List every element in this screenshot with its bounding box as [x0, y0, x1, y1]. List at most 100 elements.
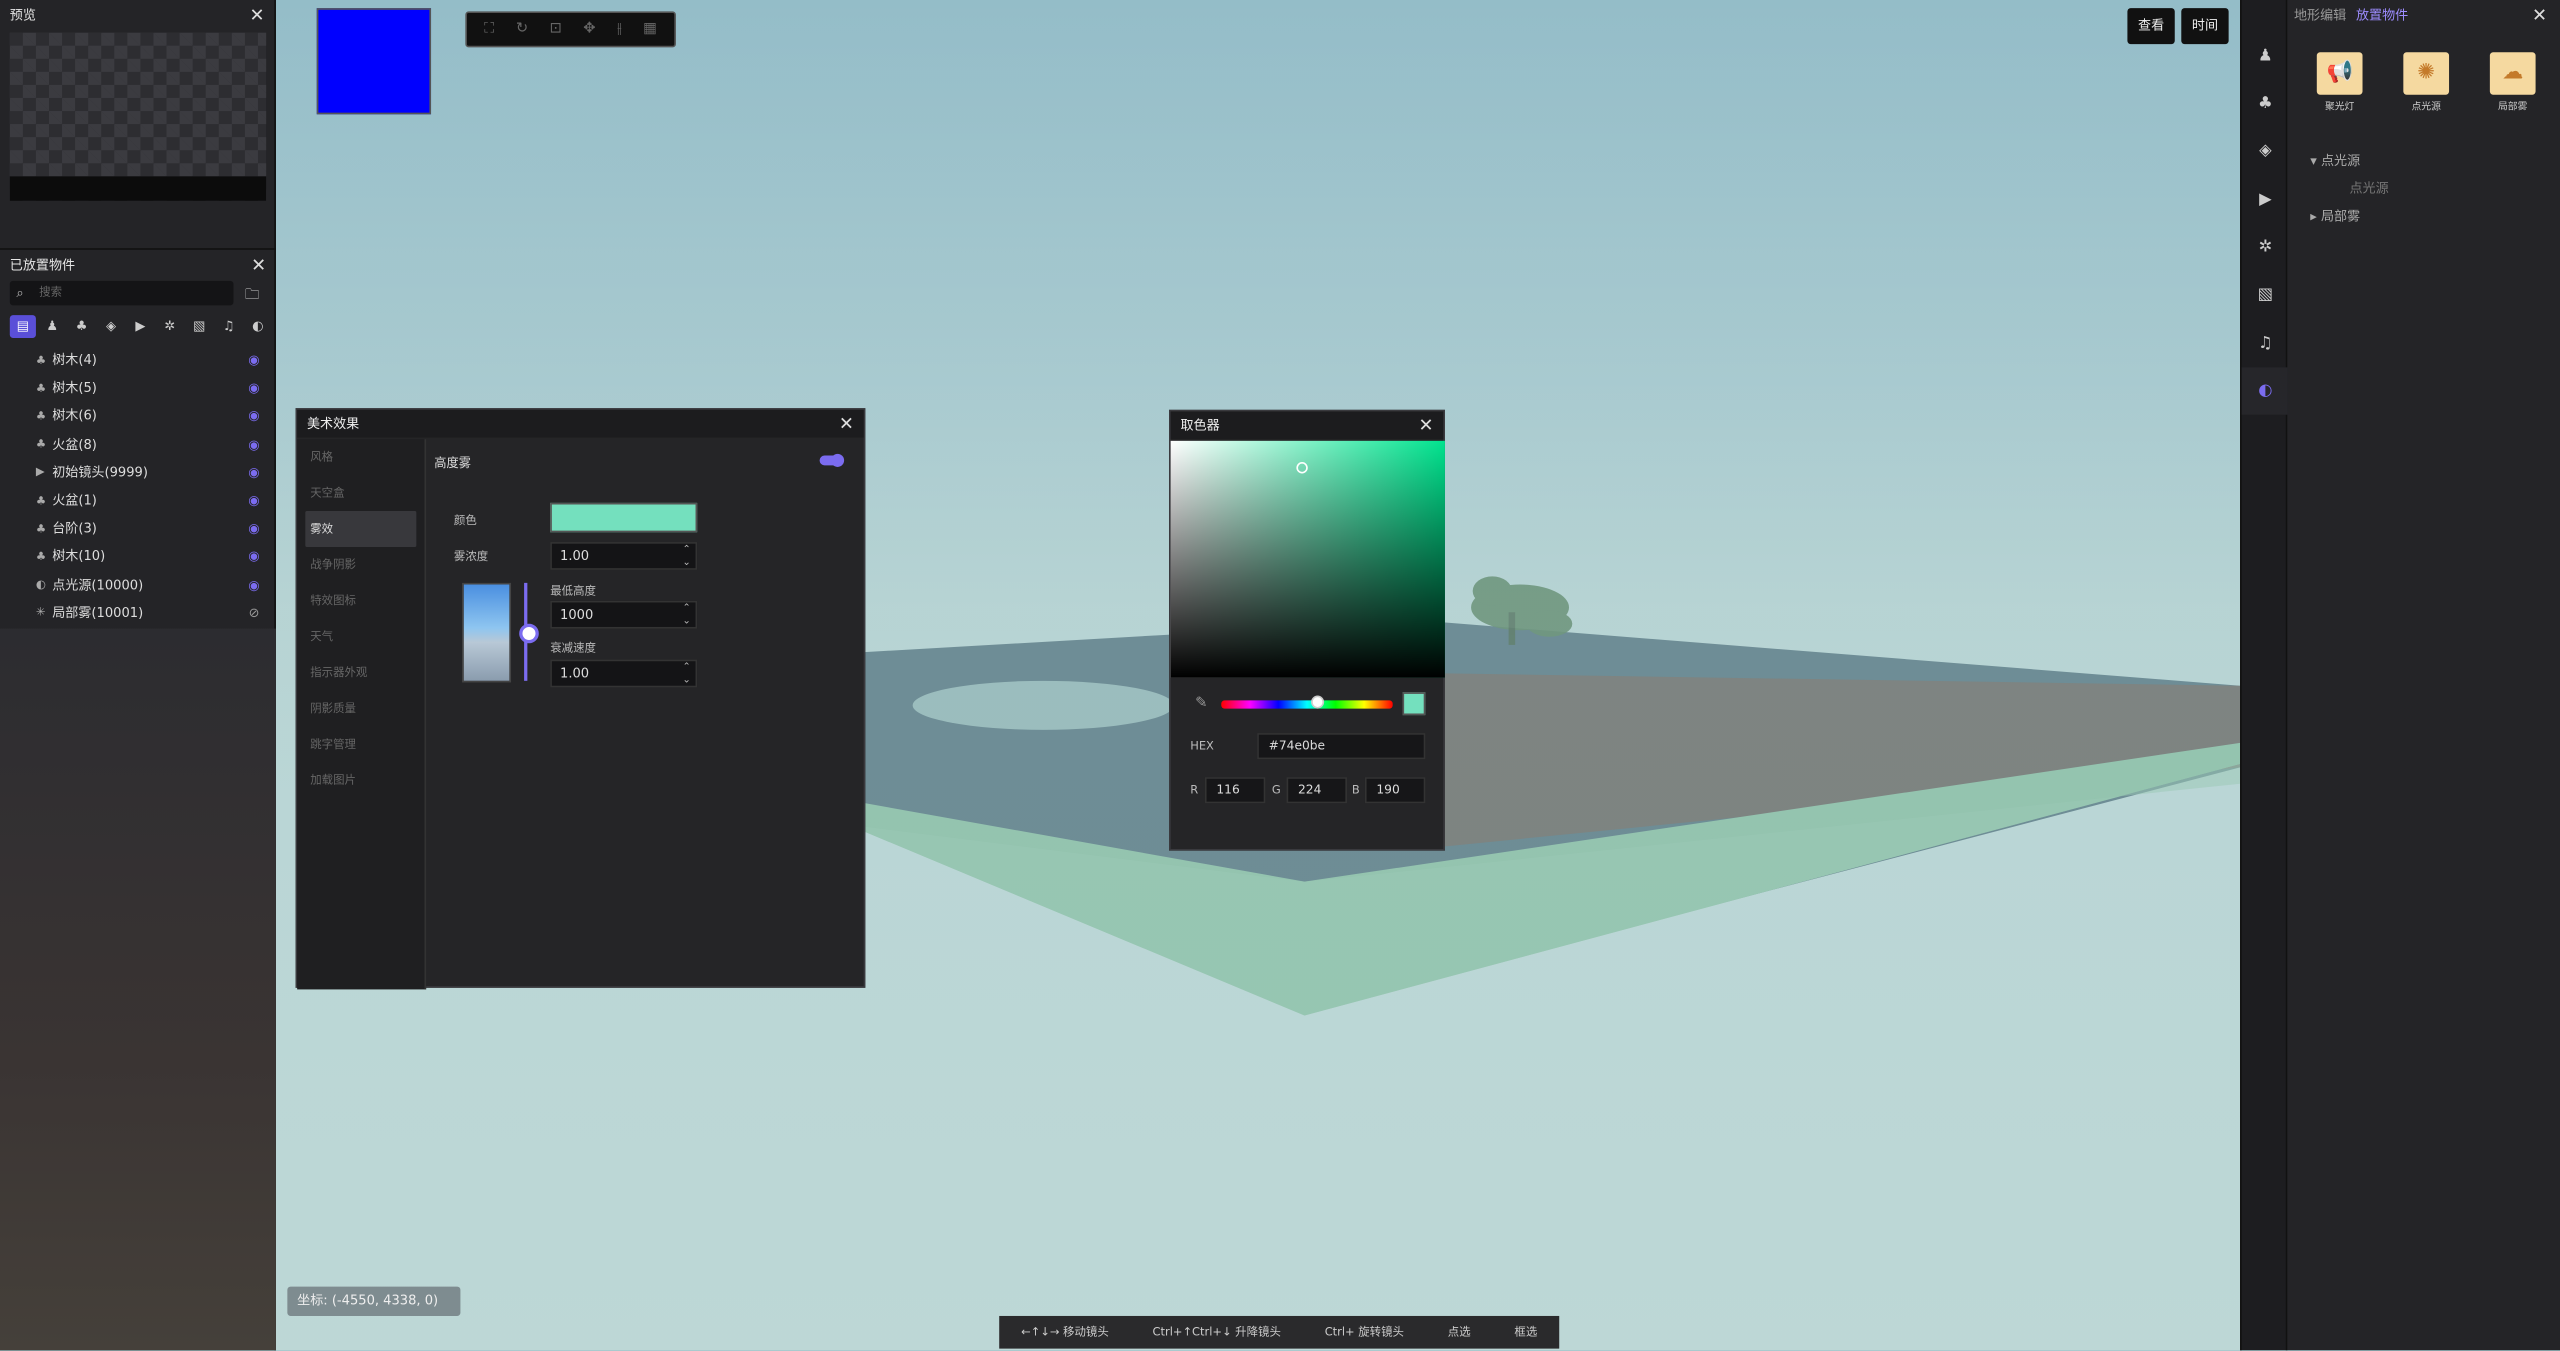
eye-icon[interactable]: ◉ [248, 381, 259, 396]
tree-leaf[interactable]: 点光源 [2310, 175, 2388, 203]
rotate-icon[interactable]: ↻ [516, 21, 528, 37]
nav-item[interactable]: 风格 [297, 439, 424, 475]
saturation-value-area[interactable] [1170, 440, 1445, 678]
align-icon[interactable]: ⫲ [617, 21, 622, 37]
tree-group-point-light[interactable]: ▾ 点光源 [2310, 147, 2388, 175]
list-item[interactable]: ▶ 初始镜头(9999) ◉ [0, 458, 276, 486]
item-label: 局部雾(10001) [52, 605, 144, 621]
card-point-light[interactable]: ✺ 点光源 [2403, 52, 2450, 113]
all-filter-icon[interactable]: ▤ [9, 315, 36, 338]
hue-knob[interactable] [1311, 695, 1325, 709]
color-label: 颜色 [453, 514, 477, 528]
eyedropper-icon[interactable]: ✎ [1195, 696, 1207, 712]
region-icon[interactable]: ▧ [2242, 271, 2289, 318]
fit-icon[interactable]: ⛶ [484, 21, 494, 37]
hex-input[interactable]: #74e0be [1257, 733, 1426, 760]
list-item[interactable]: ♣ 树木(4) ◉ [0, 346, 276, 374]
b-input[interactable]: 190 [1364, 777, 1426, 804]
tree-group-local-fog[interactable]: ▸ 局部雾 [2310, 202, 2388, 230]
card-spotlight[interactable]: 📢 聚光灯 [2316, 52, 2363, 113]
list-item[interactable]: ♣ 树木(5) ◉ [0, 374, 276, 402]
eye-icon[interactable]: ◉ [248, 353, 259, 368]
item-label: 火盆(8) [52, 437, 97, 452]
min-height-stepper[interactable]: 1000 [550, 600, 698, 629]
spotlight-icon: 📢 [2316, 52, 2363, 95]
sv-cursor[interactable] [1296, 462, 1308, 474]
object-cards: 📢 聚光灯 ✺ 点光源 ☁ 局部雾 [2316, 52, 2536, 113]
camera-icon[interactable]: ▶ [127, 315, 153, 338]
eye-icon[interactable]: ◉ [248, 549, 259, 564]
effect-icon[interactable]: ✲ [157, 315, 183, 338]
nav-item[interactable]: 加载图片 [297, 762, 424, 798]
fog-color-swatch[interactable] [550, 502, 698, 533]
bell-icon[interactable]: ♫ [2242, 320, 2289, 367]
region-icon[interactable]: ▧ [186, 315, 212, 338]
light-icon: ◐ [35, 578, 46, 592]
tab-place-objects[interactable]: 放置物件 [2356, 7, 2408, 25]
close-icon[interactable]: ✕ [2532, 5, 2547, 26]
eye-icon[interactable]: ◉ [248, 577, 259, 592]
bell-icon[interactable]: ♫ [216, 315, 242, 338]
list-item[interactable]: ✳ 局部雾(10001) ⊘ [0, 599, 276, 627]
height-slider[interactable] [519, 582, 539, 681]
card-label: 聚光灯 [2324, 101, 2355, 113]
density-stepper[interactable]: 1.00 [550, 542, 698, 570]
tab-terrain[interactable]: 地形编辑 [2294, 7, 2346, 25]
nav-item-active[interactable]: 雾效 [305, 511, 417, 547]
effect-icon[interactable]: ✲ [2242, 224, 2289, 271]
list-item[interactable]: ♣ 火盆(1) ◉ [0, 486, 276, 514]
eye-icon[interactable]: ◉ [248, 437, 259, 452]
scale-icon[interactable]: ⊡ [550, 21, 562, 37]
person-icon[interactable]: ♟ [2242, 33, 2289, 80]
box-icon[interactable]: ◈ [2242, 127, 2289, 174]
hue-slider[interactable] [1221, 700, 1393, 709]
person-icon[interactable]: ♟ [39, 315, 65, 338]
close-icon[interactable]: ✕ [839, 413, 854, 434]
preview-title: 预览 [9, 7, 36, 23]
list-item[interactable]: ♣ 台阶(3) ◉ [0, 515, 276, 543]
eye-off-icon[interactable]: ⊘ [249, 605, 260, 620]
nav-item[interactable]: 天气 [297, 619, 424, 655]
time-button[interactable]: 时间 [2181, 8, 2229, 45]
r-input[interactable]: 116 [1204, 777, 1266, 804]
nav-item[interactable]: 战争阴影 [297, 547, 424, 583]
list-item[interactable]: ♣ 火盆(8) ◉ [0, 430, 276, 458]
height-fog-toggle[interactable] [819, 453, 845, 467]
search-icon: ⌕ [16, 285, 24, 301]
move-icon[interactable]: ✥ [583, 21, 595, 37]
camera-icon[interactable]: ▶ [2242, 176, 2289, 223]
tree-icon[interactable]: ♣ [2242, 80, 2289, 127]
nav-item[interactable]: 特效图标 [297, 583, 424, 619]
grid-icon[interactable]: ▦ [643, 21, 657, 37]
falloff-stepper[interactable]: 1.00 [550, 659, 698, 688]
list-item[interactable]: ◐ 点光源(10000) ◉ [0, 571, 276, 599]
caret-right-icon: ▸ [2310, 208, 2321, 224]
nav-item[interactable]: 天空盒 [297, 475, 424, 511]
eye-icon[interactable]: ◉ [248, 493, 259, 508]
close-icon[interactable]: ✕ [1418, 415, 1433, 436]
g-input[interactable]: 224 [1286, 777, 1347, 804]
nav-item[interactable]: 指示器外观 [297, 655, 424, 691]
view-button[interactable]: 查看 [2127, 8, 2175, 45]
nav-item[interactable]: 跳字管理 [297, 727, 424, 763]
light-icon[interactable]: ◐ [245, 315, 271, 338]
card-local-fog[interactable]: ☁ 局部雾 [2489, 52, 2536, 113]
close-icon[interactable]: ✕ [251, 254, 266, 275]
box-icon[interactable]: ◈ [98, 315, 124, 338]
right-tabs: 地形编辑 放置物件 ✕ [2287, 0, 2560, 31]
preview-header: 预览 ✕ [0, 0, 274, 29]
eye-icon[interactable]: ◉ [248, 465, 259, 480]
nav-item[interactable]: 阴影质量 [297, 691, 424, 727]
list-item[interactable]: ♣ 树木(6) ◉ [0, 402, 276, 430]
hint-rotate: Ctrl+ 旋转镜头 [1324, 1325, 1404, 1339]
search-input[interactable]: ⌕ 搜索 [9, 280, 234, 306]
light-icon[interactable]: ◐ [2241, 367, 2290, 415]
list-item[interactable]: ♣ 树木(10) ◉ [0, 543, 276, 571]
tree-icon[interactable]: ♣ [69, 315, 95, 338]
eye-icon[interactable]: ◉ [248, 521, 259, 536]
folder-icon[interactable]: 🗀 [245, 282, 260, 308]
eye-icon[interactable]: ◉ [248, 409, 259, 424]
close-icon[interactable]: ✕ [249, 4, 264, 25]
caret-down-icon: ▾ [2310, 153, 2321, 169]
hint-click-select: 点选 [1447, 1325, 1471, 1339]
